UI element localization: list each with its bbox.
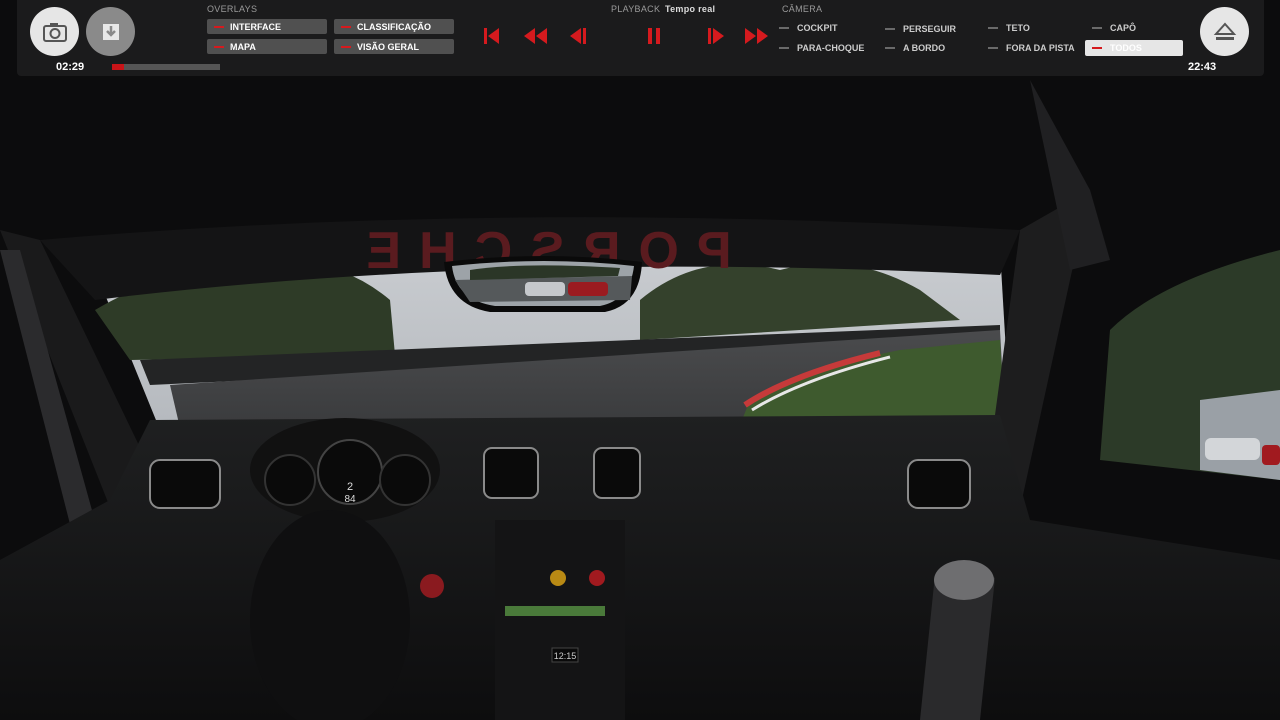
camera-hood[interactable]: CAPÔ <box>1092 21 1136 35</box>
camera-cockpit-label: COCKPIT <box>797 23 838 33</box>
camera-onboard-label: A BORDO <box>903 43 946 53</box>
camera-bumper-label: PARA-CHOQUE <box>797 43 865 53</box>
step-back-icon <box>570 28 586 44</box>
replay-progress-bar[interactable] <box>112 64 220 70</box>
fast-forward-button[interactable] <box>744 25 770 47</box>
fast-forward-icon <box>745 28 768 44</box>
overlay-classification[interactable]: CLASSIFICAÇÃO <box>334 19 454 34</box>
eject-button[interactable] <box>1200 7 1249 56</box>
overlay-classification-label: CLASSIFICAÇÃO <box>357 21 431 32</box>
overlay-map[interactable]: MAPA <box>207 39 327 54</box>
camera-hood-label: CAPÔ <box>1110 23 1137 33</box>
console-clock: 12:15 <box>554 651 577 661</box>
total-time: 22:43 <box>1188 61 1217 73</box>
pause-button[interactable] <box>641 25 667 47</box>
instrument-cluster: 2 84 <box>250 418 440 522</box>
camera-all[interactable]: TODOS <box>1085 40 1183 56</box>
replay-progress-fill <box>112 64 124 70</box>
overlay-interface[interactable]: INTERFACE <box>207 19 327 34</box>
rear-view-mirror <box>444 256 642 312</box>
camera-trackside[interactable]: FORA DA PISTA <box>988 41 1075 55</box>
eject-icon <box>1213 22 1236 40</box>
screenshot-button[interactable] <box>30 7 79 56</box>
skip-to-start-icon <box>484 28 499 44</box>
rewind-icon <box>524 28 547 44</box>
overlay-map-label: MAPA <box>230 41 256 52</box>
gear-display: 2 <box>347 481 353 493</box>
camera-chase-label: PERSEGUIR <box>903 24 957 34</box>
camera-bumper[interactable]: PARA-CHOQUE <box>779 41 864 55</box>
playback-heading: PLAYBACK <box>611 4 661 14</box>
step-back-button[interactable] <box>565 25 591 47</box>
overlay-overview-label: VISÃO GERAL <box>357 41 420 52</box>
camera-onboard[interactable]: A BORDO <box>885 41 945 55</box>
replay-hud: 02:29 OVERLAYS INTERFACE CLASSIFICAÇÃO M… <box>17 0 1264 76</box>
camera-cockpit[interactable]: COCKPIT <box>779 21 838 35</box>
overlay-overview[interactable]: VISÃO GERAL <box>334 39 454 54</box>
playback-mode: Tempo real <box>665 4 716 14</box>
camera-heading: CÂMERA <box>782 4 823 14</box>
camera-chase[interactable]: PERSEGUIR <box>885 22 956 36</box>
step-forward-button[interactable] <box>703 25 729 47</box>
camera-trackside-label: FORA DA PISTA <box>1006 43 1075 53</box>
pause-icon <box>648 28 660 44</box>
camera-all-label: TODOS <box>1110 43 1142 53</box>
step-forward-icon <box>708 28 724 44</box>
skip-to-start-button[interactable] <box>478 25 504 47</box>
camera-roof-label: TETO <box>1006 23 1030 33</box>
elapsed-time: 02:29 <box>56 61 85 73</box>
download-icon <box>102 23 119 40</box>
save-replay-button[interactable] <box>86 7 135 56</box>
speed-display: 84 <box>344 494 356 505</box>
camera-icon <box>42 22 67 42</box>
overlay-interface-label: INTERFACE <box>230 21 282 32</box>
camera-roof[interactable]: TETO <box>988 21 1030 35</box>
cockpit-scene: PORSCHE 2 84 12:15 <box>0 0 1280 720</box>
overlays-heading: OVERLAYS <box>207 4 258 14</box>
rewind-button[interactable] <box>522 25 548 47</box>
